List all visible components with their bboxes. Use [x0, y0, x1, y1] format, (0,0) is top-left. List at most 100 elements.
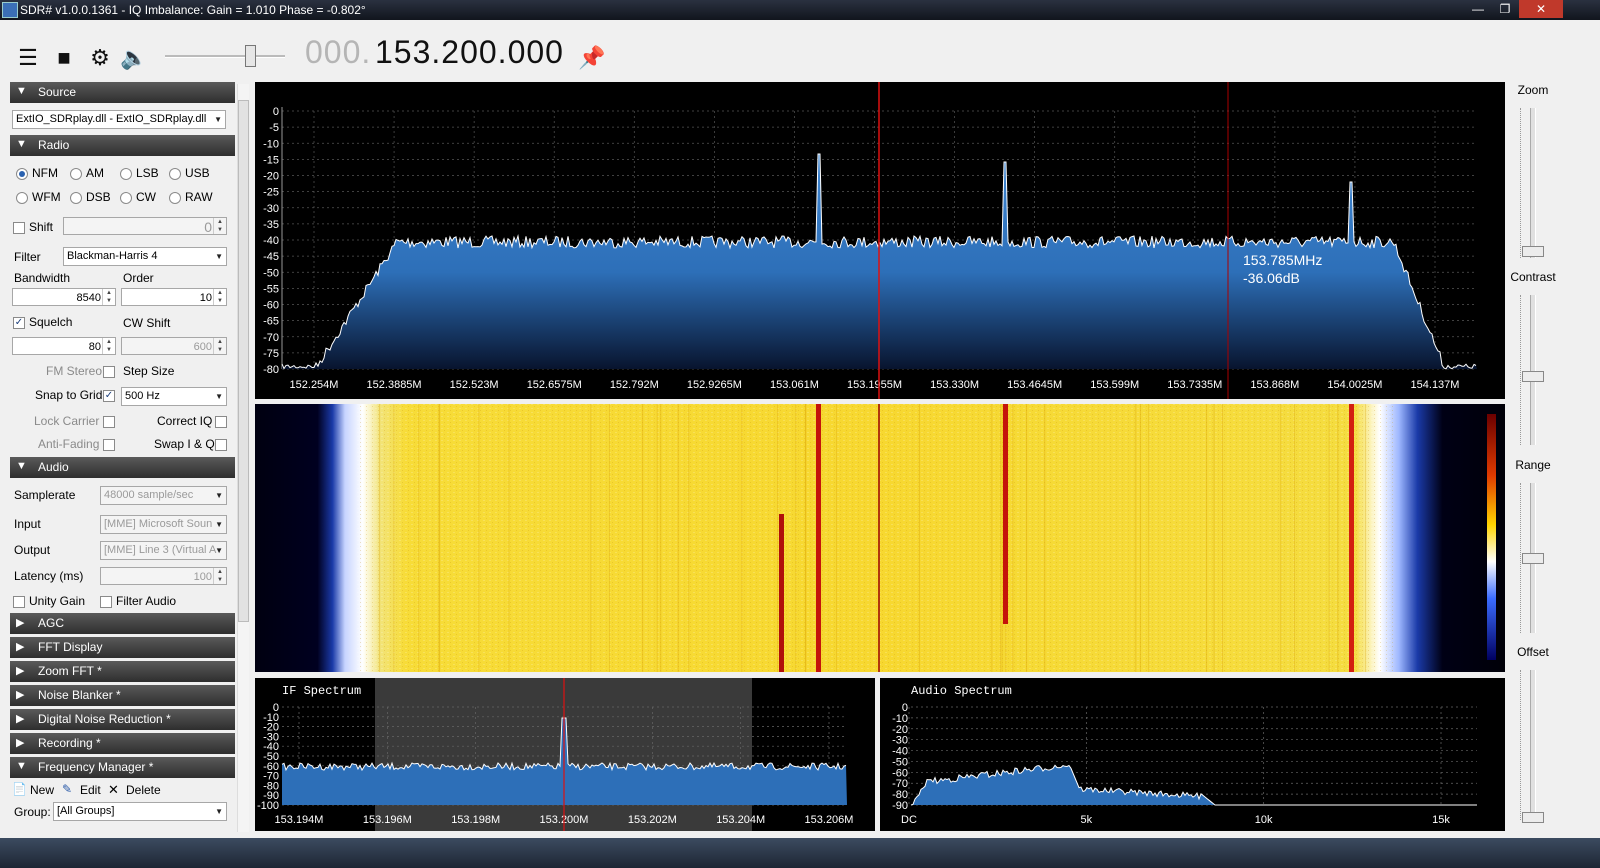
samplerate-select[interactable]: 48000 sample/sec ▼	[100, 486, 227, 505]
menu-icon[interactable]: ☰	[14, 47, 42, 69]
shift-input[interactable]: 0 ▲ ▼	[63, 217, 227, 235]
output-label: Output	[14, 543, 51, 557]
section-audio[interactable]: ▼ Audio	[10, 457, 235, 478]
freq-tick-label: 152.254M	[290, 379, 339, 391]
section-agc[interactable]: ▶ AGC	[10, 613, 235, 634]
filter-select[interactable]: Blackman-Harris 4 ▼	[63, 247, 227, 266]
mode-radio-nfm[interactable]	[16, 168, 28, 180]
spectrum-plot[interactable]: 0 -5 -10 -15 -20 -25 -30 -35 -40 -45 -50 -55 -60 -65 -…	[255, 82, 1505, 399]
swap-iq-label: Swap I & Q	[154, 437, 215, 451]
section-fft-display[interactable]: ▶ FFT Display	[10, 637, 235, 658]
freq-tick-label: 153.198M	[451, 814, 500, 826]
squelch-checkbox[interactable]: ✓	[13, 317, 25, 329]
audio-input-select[interactable]: [MME] Microsoft Soun ▼	[100, 515, 227, 534]
section-radio[interactable]: ▼ Radio	[10, 135, 235, 156]
stop-icon[interactable]: ■	[50, 47, 78, 69]
db-tick-label: -35	[263, 219, 279, 231]
latency-input[interactable]: 100 ▲ ▼	[100, 567, 227, 585]
order-input[interactable]: 10 ▲ ▼	[121, 288, 227, 306]
swap-iq-checkbox[interactable]	[215, 439, 227, 451]
section-recording[interactable]: ▶ Recording *	[10, 733, 235, 754]
mode-label: LSB	[136, 166, 159, 180]
mode-radio-am[interactable]	[70, 168, 82, 180]
pin-icon[interactable]: 📌	[578, 47, 606, 69]
group-select[interactable]: [All Groups] ▼	[53, 802, 227, 821]
scrollbar-thumb[interactable]	[238, 100, 249, 622]
contrast-slider[interactable]	[1530, 295, 1536, 445]
expand-icon: ▼	[16, 138, 27, 150]
cw-shift-label: CW Shift	[123, 316, 171, 330]
window-title: SDR# v1.0.0.1361 - IQ Imbalance: Gain = …	[20, 3, 366, 17]
step-size-select[interactable]: 500 Hz ▼	[121, 387, 227, 406]
section-noise-blanker[interactable]: ▶ Noise Blanker *	[10, 685, 235, 706]
freq-tick-label: 152.9265M	[687, 379, 742, 391]
unity-gain-checkbox[interactable]	[13, 596, 25, 608]
close-button[interactable]: ✕	[1519, 0, 1563, 18]
zoom-slider[interactable]	[1530, 108, 1536, 258]
minimize-button[interactable]: —	[1465, 0, 1491, 18]
freq-tick-label: 15k	[1432, 814, 1450, 826]
mode-radio-dsb[interactable]	[70, 192, 82, 204]
mode-radio-raw[interactable]	[169, 192, 181, 204]
gear-icon[interactable]: ⚙	[86, 47, 114, 69]
mode-radio-cw[interactable]	[120, 192, 132, 204]
section-digital-noise-reduction[interactable]: ▶ Digital Noise Reduction *	[10, 709, 235, 730]
anti-fading-label: Anti-Fading	[38, 437, 100, 451]
spectrum-analyzer[interactable]: 0 -5 -10 -15 -20 -25 -30 -35 -40 -45 -50 -55 -60 -65 -…	[255, 82, 1505, 399]
mode-label: CW	[136, 190, 156, 204]
db-tick-label: -10	[263, 138, 279, 150]
new-button[interactable]: 📄 New	[12, 782, 62, 798]
offset-slider[interactable]	[1530, 670, 1536, 820]
if-spectrum-plot[interactable]: 0-10-20-30-40-50-60-70-80-90-100153.194M…	[255, 678, 875, 831]
cw-shift-input[interactable]: 600 ▲ ▼	[121, 337, 227, 355]
audio-spectrum-title: Audio Spectrum	[911, 684, 1012, 698]
correct-iq-checkbox[interactable]	[215, 416, 227, 428]
source-select[interactable]: ExtIO_SDRplay.dll - ExtIO_SDRplay.dll ▼	[12, 110, 226, 129]
volume-slider-track[interactable]	[165, 55, 285, 58]
shift-checkbox[interactable]	[13, 222, 25, 234]
volume-slider-thumb[interactable]	[245, 45, 256, 67]
waterfall-color-bar	[1487, 414, 1496, 660]
mode-radio-lsb[interactable]	[120, 168, 132, 180]
section-zoom-fft[interactable]: ▶ Zoom FFT *	[10, 661, 235, 682]
freq-tick-label: 153.1955M	[847, 379, 902, 391]
order-label: Order	[123, 271, 154, 285]
speaker-icon[interactable]: 🔈	[120, 47, 148, 69]
filter-audio-checkbox[interactable]	[100, 596, 112, 608]
freq-tick-label: 10k	[1255, 814, 1273, 826]
db-tick-label: -5	[269, 122, 279, 134]
audio-spectrum-plot[interactable]: 0-10-20-30-40-50-60-70-80-90DC 5k 10k 15k	[880, 678, 1505, 831]
edit-button[interactable]: ✎ Edit	[62, 782, 107, 798]
restore-button[interactable]: ❐	[1492, 0, 1518, 18]
db-tick-label: -40	[263, 235, 279, 247]
input-label: Input	[14, 517, 41, 531]
mode-radio-usb[interactable]	[169, 168, 181, 180]
snap-to-grid-checkbox[interactable]: ✓	[103, 390, 115, 402]
delete-button[interactable]: ✕ Delete	[108, 782, 168, 798]
range-slider-thumb[interactable]	[1522, 553, 1544, 564]
title-bar: SDR# v1.0.0.1361 - IQ Imbalance: Gain = …	[0, 0, 1600, 20]
contrast-slider-thumb[interactable]	[1522, 371, 1544, 382]
zoom-slider-thumb[interactable]	[1522, 246, 1544, 257]
step-size-label: Step Size	[123, 364, 175, 378]
section-source[interactable]: ▼ Source	[10, 82, 235, 103]
audio-spectrum-panel[interactable]: 0 -10 -20 -30 -40 -50 -60 -70 -80 -90 DC 5k 10k 15k A…	[880, 678, 1505, 831]
frequency-display[interactable]: 153.200.000	[375, 34, 564, 71]
waterfall-plot[interactable]	[255, 404, 1505, 672]
audio-output-select[interactable]: [MME] Line 3 (Virtual A ▼	[100, 541, 227, 560]
bandwidth-input[interactable]: 8540 ▲ ▼	[12, 288, 116, 306]
offset-slider-thumb[interactable]	[1522, 812, 1544, 823]
lock-carrier-checkbox[interactable]	[103, 416, 115, 428]
cursor-level-readout: -36.06dB	[1243, 270, 1300, 286]
fm-stereo-checkbox[interactable]	[103, 366, 115, 378]
anti-fading-checkbox[interactable]	[103, 439, 115, 451]
zoom-label: Zoom	[1517, 83, 1549, 97]
frequency-display-prefix[interactable]: 000.	[305, 34, 371, 71]
waterfall-display[interactable]	[255, 404, 1505, 672]
section-frequency-manager[interactable]: ▼ Frequency Manager *	[10, 757, 235, 778]
freq-tick-label: 152.792M	[610, 379, 659, 391]
mode-radio-wfm[interactable]	[16, 192, 28, 204]
if-spectrum-panel[interactable]: 0 -10 -20 -30 -40 -50 -60 -70 -80 -90 -100 153.194M…	[255, 678, 875, 831]
squelch-input[interactable]: 80 ▲ ▼	[12, 337, 116, 355]
bandwidth-label: Bandwidth	[14, 271, 71, 285]
